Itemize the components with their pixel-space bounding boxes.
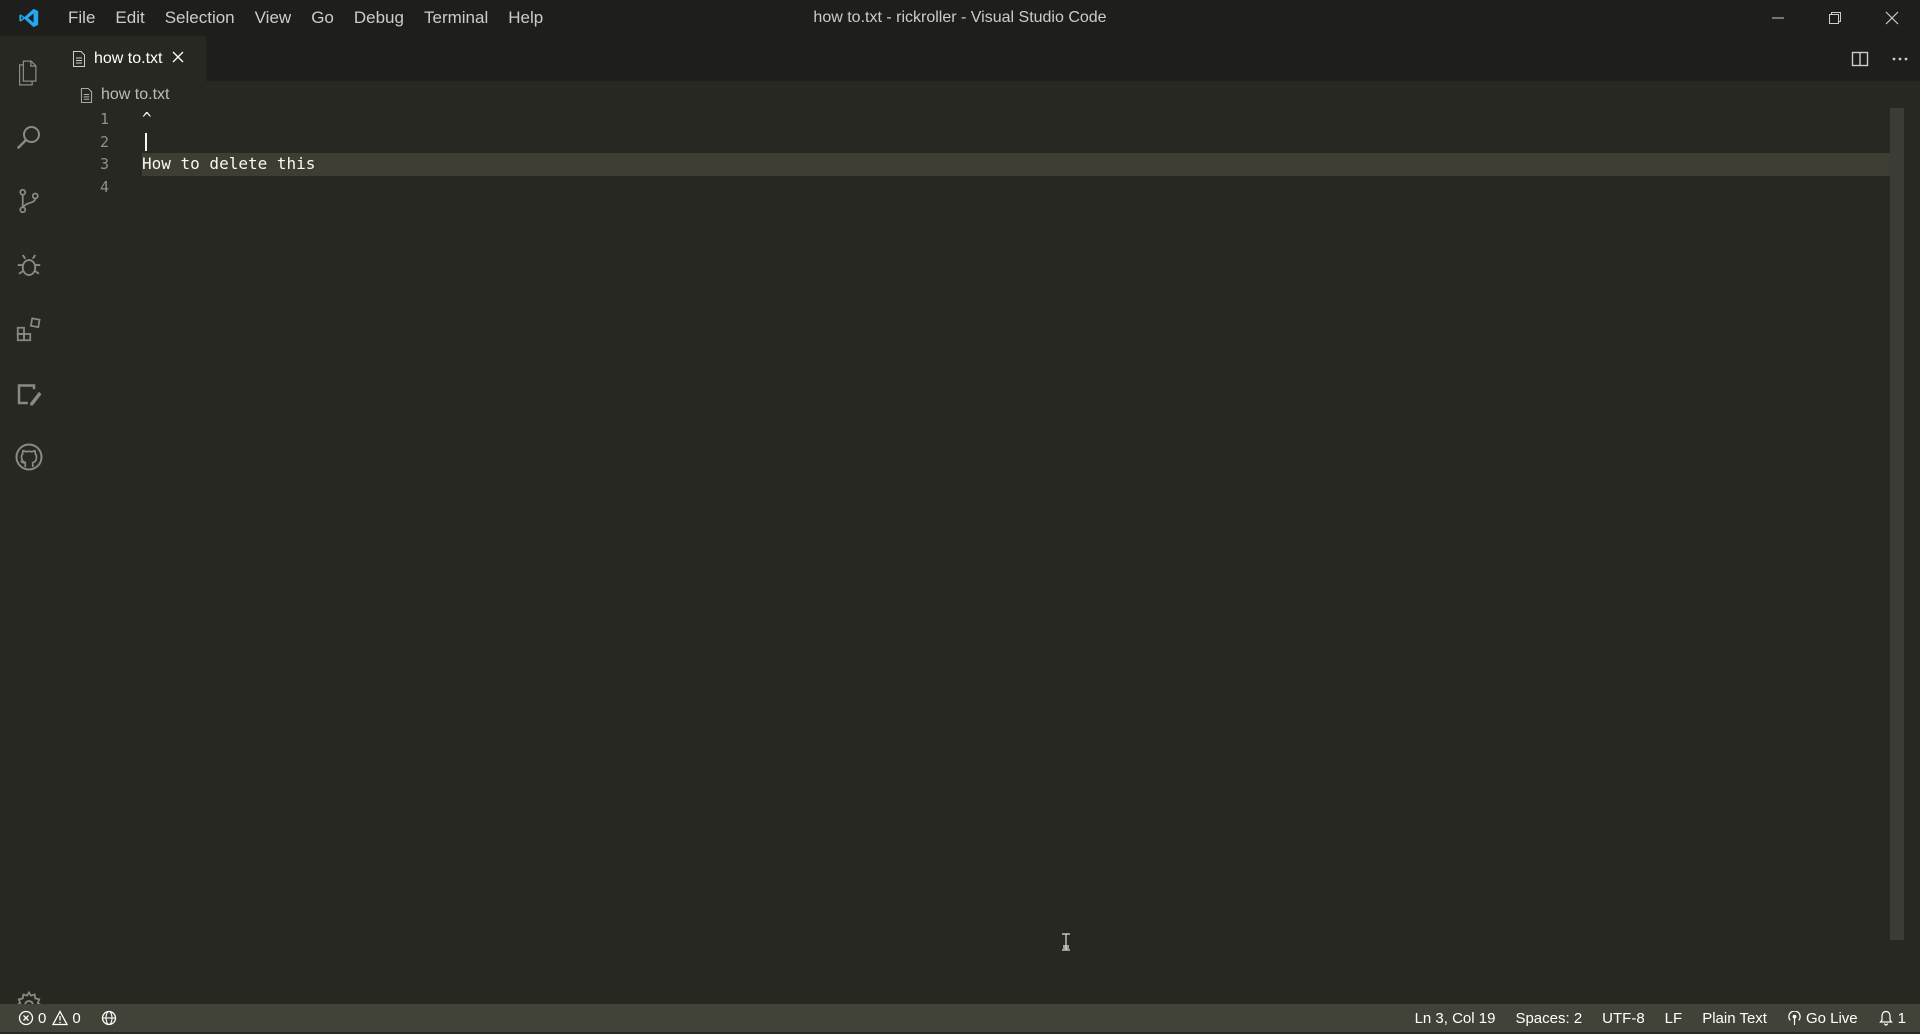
window-controls xyxy=(1749,0,1920,36)
breadcrumb: how to.txt xyxy=(80,82,169,108)
code-line-text: ^ xyxy=(142,109,152,128)
close-icon xyxy=(1885,11,1898,25)
scrollbar-thumb[interactable] xyxy=(1890,108,1904,940)
title-bar: File Edit Selection View Go Debug Termin… xyxy=(0,0,1920,36)
menu-terminal[interactable]: Terminal xyxy=(414,0,498,36)
menu-file[interactable]: File xyxy=(58,0,105,36)
error-count: 0 xyxy=(38,1009,47,1027)
code-line[interactable]: ^ xyxy=(142,108,1904,131)
status-bar: 0 0 Ln 3, Col 19 Spaces: 2 UTF-8 LF Plai… xyxy=(0,1004,1920,1032)
activity-search[interactable] xyxy=(0,108,58,166)
menu-debug[interactable]: Debug xyxy=(344,0,414,36)
vertical-scrollbar[interactable] xyxy=(1888,108,1904,940)
minimize-icon xyxy=(1771,17,1784,19)
menu-help[interactable]: Help xyxy=(498,0,553,36)
ellipsis-icon xyxy=(1892,57,1908,60)
warning-icon xyxy=(52,1010,69,1026)
notification-count: 1 xyxy=(1897,1009,1906,1027)
activity-debug[interactable] xyxy=(0,236,58,294)
vscode-logo-icon xyxy=(0,0,58,36)
cursor-position[interactable]: Ln 3, Col 19 xyxy=(1405,1004,1506,1032)
live-share-button[interactable] xyxy=(91,1004,131,1032)
encoding[interactable]: UTF-8 xyxy=(1592,1004,1655,1032)
language-mode[interactable]: Plain Text xyxy=(1692,1004,1777,1032)
close-window-button[interactable] xyxy=(1863,0,1920,36)
tab-close-button[interactable] xyxy=(172,50,184,68)
code-line[interactable] xyxy=(142,176,1904,199)
mouse-ibeam-cursor-icon xyxy=(1058,932,1074,952)
menu-selection[interactable]: Selection xyxy=(155,0,245,36)
indentation[interactable]: Spaces: 2 xyxy=(1505,1004,1592,1032)
file-icon xyxy=(73,50,85,67)
menu-bar: File Edit Selection View Go Debug Termin… xyxy=(58,0,553,36)
tab-label: how to.txt xyxy=(94,49,163,67)
go-live-button[interactable]: Go Live xyxy=(1777,1004,1868,1032)
line-number: 4 xyxy=(99,177,109,196)
restore-button[interactable] xyxy=(1806,0,1863,36)
tab-bar: how to.txt xyxy=(58,36,1920,81)
code-lines[interactable]: ^ How to delete this xyxy=(142,108,1904,198)
line-number: 2 xyxy=(99,132,109,151)
globe-icon xyxy=(101,1010,116,1026)
remote-explorer-icon xyxy=(17,384,42,406)
menu-edit[interactable]: Edit xyxy=(105,0,154,36)
error-icon xyxy=(18,1010,34,1026)
line-number: 3 xyxy=(99,155,109,173)
line-number-gutter: 1 2 3 4 xyxy=(58,108,142,198)
end-of-line[interactable]: LF xyxy=(1655,1004,1693,1032)
notifications-button[interactable]: 1 xyxy=(1868,1004,1920,1032)
minimize-button[interactable] xyxy=(1749,0,1806,36)
activity-github[interactable] xyxy=(0,428,58,486)
more-actions-button[interactable] xyxy=(1880,36,1920,81)
activity-remote-explorer[interactable] xyxy=(0,364,58,422)
code-line-current[interactable]: How to delete this xyxy=(142,153,1904,176)
menu-view[interactable]: View xyxy=(245,0,302,36)
tab-how-to-txt[interactable]: how to.txt xyxy=(58,36,206,81)
search-icon xyxy=(16,126,40,150)
breadcrumb-file[interactable]: how to.txt xyxy=(101,86,169,104)
menu-go[interactable]: Go xyxy=(301,0,344,36)
activity-explorer[interactable] xyxy=(0,44,58,102)
source-control-icon xyxy=(19,188,39,214)
broadcast-icon xyxy=(1788,1010,1801,1025)
github-icon xyxy=(15,443,43,471)
go-live-label: Go Live xyxy=(1805,1009,1858,1027)
text-cursor xyxy=(145,133,147,151)
file-icon xyxy=(80,87,93,103)
explorer-icon xyxy=(19,60,37,86)
close-icon xyxy=(173,51,184,62)
problems-indicator[interactable]: 0 0 xyxy=(14,1004,91,1032)
split-editor-button[interactable] xyxy=(1840,36,1880,81)
activity-bar xyxy=(0,36,58,1020)
split-editor-icon xyxy=(1851,51,1869,66)
code-line-text: How to delete this xyxy=(142,154,316,173)
debug-icon xyxy=(17,254,41,276)
editor[interactable]: 1 2 3 4 ^ How to delete this xyxy=(58,108,1904,1004)
editor-actions xyxy=(1840,36,1920,81)
extensions-icon xyxy=(16,317,41,342)
code-line[interactable] xyxy=(142,131,1904,154)
bell-icon xyxy=(1878,1010,1893,1026)
line-number: 1 xyxy=(99,110,109,128)
restore-icon xyxy=(1828,12,1841,24)
activity-extensions[interactable] xyxy=(0,300,58,358)
activity-source-control[interactable] xyxy=(0,172,58,230)
warning-count: 0 xyxy=(72,1009,81,1027)
